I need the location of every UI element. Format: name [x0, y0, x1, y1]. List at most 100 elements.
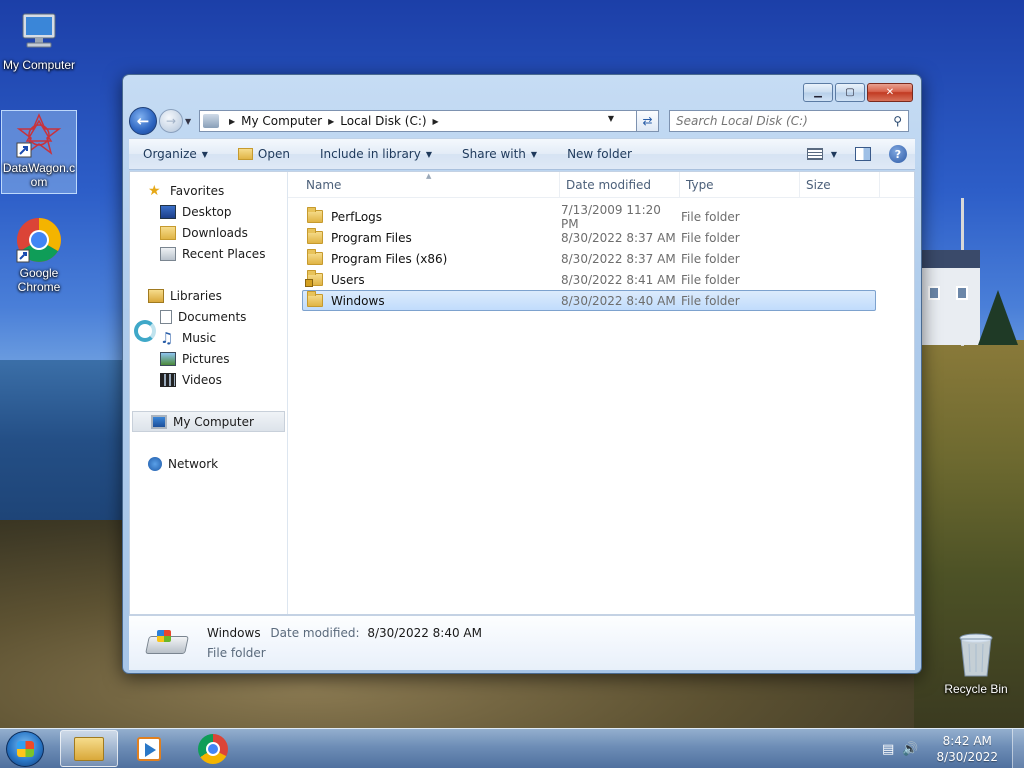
preview-pane-icon[interactable] — [855, 147, 871, 161]
start-button[interactable] — [6, 731, 44, 767]
include-in-library-button[interactable]: Include in library ▼ — [320, 147, 432, 161]
help-icon[interactable]: ? — [889, 145, 907, 163]
address-row: ← → ▼ ▶ My Computer ▶ Local Disk (C:) ▶ … — [129, 107, 915, 135]
taskbar: ▤ 🔊 8:42 AM 8/30/2022 — [0, 728, 1024, 768]
libraries-icon — [148, 288, 164, 303]
nav-label: Favorites — [170, 183, 225, 198]
taskbar-media-player[interactable] — [120, 730, 178, 767]
file-row[interactable]: PerfLogs 7/13/2009 11:20 PM File folder — [302, 203, 876, 231]
file-name: Users — [331, 272, 365, 287]
folder-open-icon — [237, 148, 253, 160]
folder-icon — [307, 228, 323, 244]
share-with-button[interactable]: Share with ▼ — [462, 147, 537, 161]
nav-my-computer[interactable]: My Computer — [132, 411, 285, 432]
network-tray-icon[interactable]: ▤ — [882, 742, 894, 757]
file-name: PerfLogs — [331, 209, 383, 224]
column-label: Name — [306, 177, 342, 192]
explorer-window: ▁ ▢ ✕ ← → ▼ ▶ My Computer ▶ Local Disk (… — [122, 74, 922, 674]
system-tray: ▤ 🔊 8:42 AM 8/30/2022 — [882, 729, 1024, 768]
nav-label: Videos — [182, 372, 222, 387]
explorer-icon — [74, 736, 104, 761]
close-button[interactable]: ✕ — [867, 83, 913, 102]
column-header-date[interactable]: Date modified — [560, 172, 680, 197]
file-date: 8/30/2022 8:40 AM — [561, 293, 676, 308]
change-view-button[interactable]: ▼ — [806, 148, 837, 160]
nav-recent-places[interactable]: Recent Places — [130, 243, 287, 264]
details-view-icon — [806, 148, 823, 160]
column-header-name[interactable]: Name — [288, 172, 560, 197]
maximize-button[interactable]: ▢ — [835, 83, 865, 102]
column-header-type[interactable]: Type — [680, 172, 800, 197]
folder-icon — [307, 249, 323, 265]
documents-icon — [160, 309, 172, 324]
share-with-label: Share with — [462, 147, 526, 161]
nav-label: My Computer — [173, 414, 254, 429]
address-bar[interactable]: ▶ My Computer ▶ Local Disk (C:) ▶ ▼ — [199, 110, 637, 132]
desktop-icon-label: DataWagon.com — [2, 161, 76, 189]
command-bar: Organize ▼ Open Include in library ▼ Sha… — [129, 138, 915, 170]
column-label: Type — [686, 177, 714, 192]
chevron-down-icon: ▼ — [425, 149, 432, 159]
open-button[interactable]: Open — [237, 147, 290, 161]
file-type: File folder — [681, 209, 740, 224]
volume-icon[interactable]: 🔊 — [902, 742, 918, 757]
nav-favorites[interactable]: ★ Favorites — [130, 180, 287, 201]
nav-desktop[interactable]: Desktop — [130, 201, 287, 222]
refresh-icon: ⇄ — [642, 114, 653, 128]
navigation-pane: ★ Favorites Desktop Downloads Recent Pla… — [130, 172, 288, 614]
nav-network[interactable]: Network — [130, 453, 287, 474]
open-label: Open — [257, 147, 290, 161]
details-pane: Windows Date modified: 8/30/2022 8:40 AM… — [129, 615, 915, 670]
taskbar-chrome[interactable] — [184, 730, 242, 767]
file-row[interactable]: Program Files 8/30/2022 8:37 AM File fol… — [302, 227, 876, 248]
file-row-selected[interactable]: Windows 8/30/2022 8:40 AM File folder — [302, 290, 876, 311]
window-controls: ▁ ▢ ✕ — [803, 83, 913, 102]
drive-icon — [203, 114, 219, 128]
desktop-icon-datawagon[interactable]: DataWagon.com — [1, 110, 77, 194]
minimize-button[interactable]: ▁ — [803, 83, 833, 102]
refresh-button[interactable]: ⇄ — [637, 110, 659, 132]
minimize-icon: ▁ — [814, 87, 822, 98]
new-folder-button[interactable]: New folder — [567, 147, 632, 161]
wallpaper-house — [920, 250, 980, 345]
desktop-icon-recycle-bin[interactable]: Recycle Bin — [938, 630, 1014, 696]
recent-pages-dropdown[interactable]: ▼ — [185, 117, 195, 126]
pictures-icon — [160, 351, 176, 366]
nav-label: Libraries — [170, 288, 222, 303]
back-button[interactable]: ← — [129, 107, 157, 135]
file-row[interactable]: Program Files (x86) 8/30/2022 8:37 AM Fi… — [302, 248, 876, 269]
nav-downloads[interactable]: Downloads — [130, 222, 287, 243]
desktop-icon-my-computer[interactable]: My Computer — [1, 8, 77, 72]
taskbar-explorer[interactable] — [60, 730, 118, 767]
search-icon[interactable]: ⚲ — [893, 114, 902, 128]
address-dropdown-icon[interactable]: ▼ — [608, 114, 614, 123]
breadcrumb-local-disk[interactable]: Local Disk (C:) — [340, 114, 426, 128]
breadcrumb-arrow-icon[interactable]: ▶ — [229, 117, 235, 126]
close-icon: ✕ — [885, 87, 895, 98]
details-type: File folder — [207, 646, 266, 660]
nav-libraries[interactable]: Libraries — [130, 285, 287, 306]
desktop-icon-chrome[interactable]: Google Chrome — [1, 216, 77, 294]
organize-button[interactable]: Organize ▼ — [143, 147, 208, 161]
file-row[interactable]: Users 8/30/2022 8:41 AM File folder — [302, 269, 876, 290]
breadcrumb-my-computer[interactable]: My Computer — [241, 114, 322, 128]
search-input[interactable] — [676, 114, 876, 128]
clock-date: 8/30/2022 — [936, 750, 998, 764]
nav-pictures[interactable]: Pictures — [130, 348, 287, 369]
breadcrumb-arrow-icon[interactable]: ▶ — [433, 117, 439, 126]
show-desktop-button[interactable] — [1012, 729, 1024, 768]
clock[interactable]: 8:42 AM 8/30/2022 — [936, 733, 998, 765]
nav-label: Documents — [178, 309, 247, 324]
nav-label: Network — [168, 456, 219, 471]
nav-label: Pictures — [182, 351, 230, 366]
column-header-size[interactable]: Size — [800, 172, 880, 197]
forward-button[interactable]: → — [159, 109, 183, 133]
nav-videos[interactable]: Videos — [130, 369, 287, 390]
file-list: ▲ Name Date modified Type Size PerfLogs … — [288, 172, 914, 614]
file-rows: PerfLogs 7/13/2009 11:20 PM File folder … — [288, 198, 914, 311]
breadcrumb-arrow-icon[interactable]: ▶ — [328, 117, 334, 126]
clock-time: 8:42 AM — [942, 734, 992, 748]
toolbar-right: ▼ ? — [806, 145, 907, 163]
chevron-down-icon: ▼ — [830, 149, 837, 159]
search-box[interactable]: ⚲ — [669, 110, 909, 132]
